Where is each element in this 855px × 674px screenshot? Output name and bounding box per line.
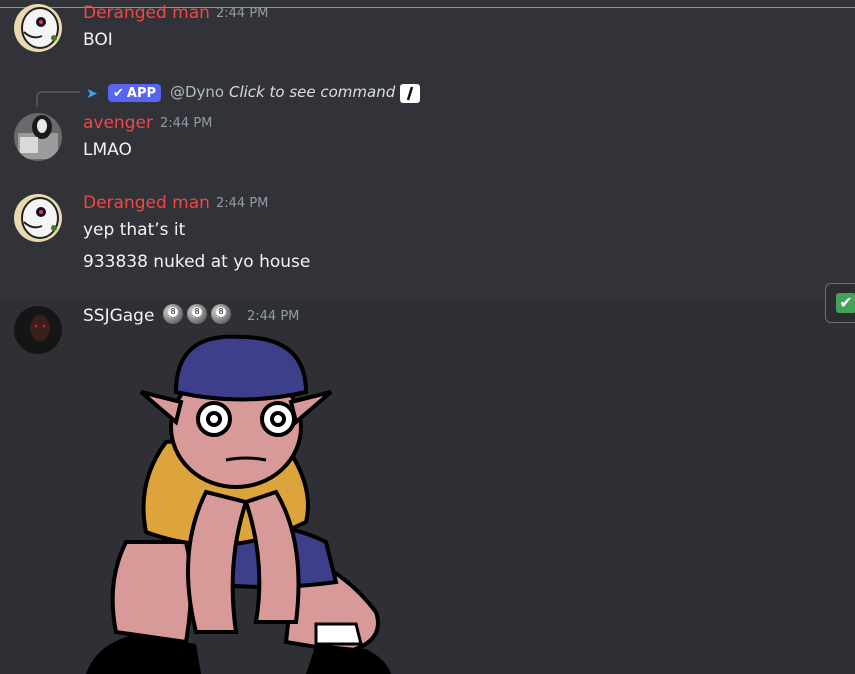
8-ball-icon [187, 304, 207, 324]
timestamp: 2:44 PM [216, 6, 269, 21]
message-text: LMAO [83, 140, 132, 160]
timestamp: 2:44 PM [247, 309, 300, 324]
author-name[interactable]: avenger [83, 113, 153, 133]
timestamp: 2:44 PM [160, 116, 213, 131]
slash-command-icon [400, 84, 420, 103]
author-name[interactable]: SSJGage [83, 306, 154, 326]
cartoon-character-image[interactable] [86, 332, 396, 674]
avatar[interactable] [14, 194, 62, 242]
reply-connector [36, 91, 80, 107]
message-1: Deranged man 2:44 PM BOI [0, 0, 855, 60]
badge-row [163, 304, 231, 324]
reply-command-link[interactable]: Click to see command [229, 83, 395, 101]
author-name[interactable]: Deranged man [83, 193, 210, 213]
avatar[interactable] [14, 306, 62, 354]
8-ball-icon [211, 304, 231, 324]
reply-mention[interactable]: @Dyno [170, 83, 224, 101]
avatar[interactable] [14, 4, 62, 52]
message-text: 933838 nuked at yo house [83, 252, 311, 272]
check-icon: ✔ [113, 85, 124, 101]
side-check-tab[interactable]: ✔ [825, 283, 855, 323]
author-name[interactable]: Deranged man [83, 3, 210, 23]
app-badge: ✔ APP [108, 84, 162, 102]
dyno-icon: ➤ [86, 86, 98, 102]
message-text: yep that’s it [83, 220, 186, 240]
avatar[interactable] [14, 113, 62, 161]
message-text: BOI [83, 30, 113, 50]
8-ball-icon [163, 304, 183, 324]
timestamp: 2:44 PM [216, 196, 269, 211]
message-3: Deranged man 2:44 PM yep that’s it 93383… [0, 190, 855, 290]
check-mark-icon: ✔ [836, 293, 855, 313]
message-2: ➤ ✔ APP @Dyno Click to see command aveng… [0, 80, 855, 170]
